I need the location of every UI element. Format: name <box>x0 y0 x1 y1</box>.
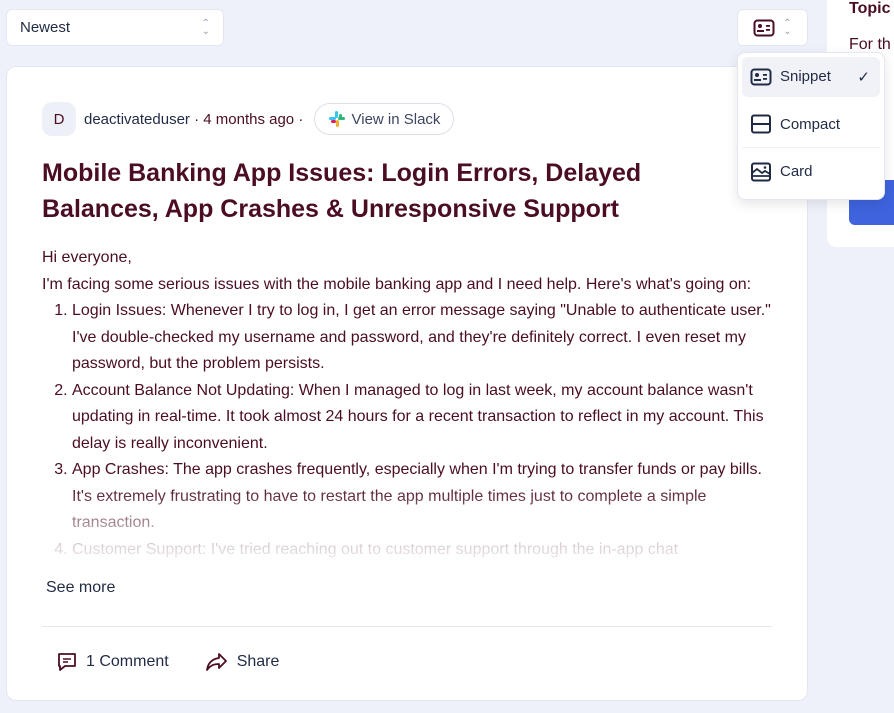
comment-icon <box>58 653 76 671</box>
separator: · <box>189 110 204 128</box>
menu-item-label: Compact <box>780 115 841 133</box>
list-item: Login Issues: Whenever I try to log in, … <box>72 298 782 378</box>
compact-icon <box>751 114 771 134</box>
menu-item-compact[interactable]: Compact <box>742 101 880 148</box>
sort-select[interactable]: Newest ⌃ ⌄ <box>6 9 224 46</box>
snippet-icon <box>750 68 772 85</box>
view-in-slack-button[interactable]: View in Slack <box>313 103 455 135</box>
snippet-icon <box>753 19 775 36</box>
card-image-icon <box>751 162 771 181</box>
post-time: 4 months ago <box>203 110 295 128</box>
menu-item-label: Card <box>780 163 813 180</box>
share-button[interactable]: Share <box>205 651 280 673</box>
view-in-slack-label: View in Slack <box>351 110 441 128</box>
post-body: Hi everyone, I'm facing some serious iss… <box>42 245 782 575</box>
view-toggle-button[interactable]: ⌃ ⌄ <box>737 9 808 46</box>
divider <box>42 626 772 627</box>
topic-heading: Topic <box>849 0 891 17</box>
intro: I'm facing some serious issues with the … <box>42 275 752 293</box>
menu-item-label: Snippet <box>780 68 831 85</box>
separator: · <box>294 110 308 128</box>
sort-value: Newest <box>20 19 71 36</box>
share-label: Share <box>236 653 280 670</box>
check-icon: ✓ <box>857 68 870 86</box>
comment-button[interactable]: 1 Comment <box>56 651 169 673</box>
menu-item-card[interactable]: Card <box>742 148 880 195</box>
view-menu: Snippet ✓ Compact Card <box>737 52 885 200</box>
post-card: D deactivateduser · 4 months ago · View … <box>6 66 808 701</box>
comment-count: 1 Comment <box>86 653 169 670</box>
post-title[interactable]: Mobile Banking App Issues: Login Errors,… <box>42 155 762 227</box>
list-item: Account Balance Not Updating: When I man… <box>72 378 782 458</box>
menu-item-snippet[interactable]: Snippet ✓ <box>742 57 880 97</box>
list-item: Customer Support: I've tried reaching ou… <box>72 537 782 564</box>
topic-text-line: For th <box>849 36 891 53</box>
post-meta: D deactivateduser · 4 months ago · View … <box>42 102 455 136</box>
author-name[interactable]: deactivateduser <box>84 111 190 128</box>
slack-icon <box>328 111 345 127</box>
issue-list: Login Issues: Whenever I try to log in, … <box>42 298 782 563</box>
greeting: Hi everyone, <box>42 249 132 266</box>
see-more-link[interactable]: See more <box>46 579 115 597</box>
avatar: D <box>42 102 76 136</box>
share-icon <box>205 653 227 671</box>
chevron-up-down-icon: ⌃ ⌄ <box>783 17 792 37</box>
list-item: App Crashes: The app crashes frequently,… <box>72 457 782 537</box>
chevron-up-down-icon: ⌃ ⌄ <box>201 17 210 37</box>
